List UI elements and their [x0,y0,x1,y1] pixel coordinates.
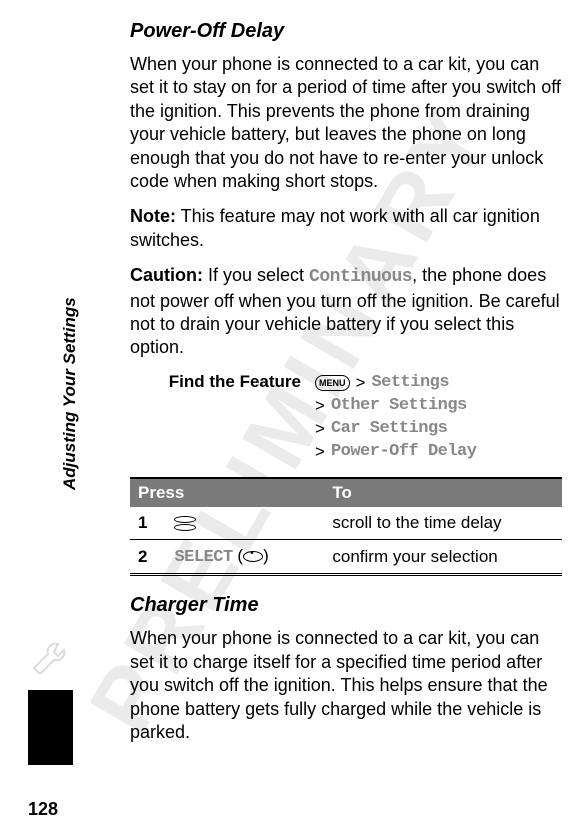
para-charger-time: When your phone is connected to a car ki… [130,627,562,744]
heading-power-off-delay: Power-Off Delay [130,20,562,43]
path-line-2: > Other Settings [315,395,476,418]
path-item-car-settings: Car Settings [331,418,447,441]
step-number: 2 [130,540,166,575]
note-paragraph: Note: This feature may not work with all… [130,205,562,252]
path-separator: > [315,441,325,464]
path-line-1: MENU > Settings [315,372,476,395]
caution-inline-option: Continuous [309,267,412,287]
press-cell-scroll [166,507,324,540]
table-row: 2 SELECT () confirm your selection [130,540,562,575]
path-item-other-settings: Other Settings [331,395,467,418]
path-separator: > [315,418,325,441]
heading-charger-time: Charger Time [130,594,562,617]
page-number: 128 [28,799,58,820]
find-feature-block: Find the Feature MENU > Settings > Other… [130,372,562,464]
table-header-to: To [324,478,562,507]
press-cell-select: SELECT () [166,540,324,575]
scroll-key-icon [174,516,196,531]
caution-text-a: If you select [203,265,309,285]
page-content: Power-Off Delay When your phone is conne… [0,0,582,776]
note-label: Note: [130,206,176,226]
table-header-press: Press [130,478,324,507]
path-item-power-off-delay: Power-Off Delay [331,441,477,464]
steps-table: Press To 1 scroll to the time delay 2 SE… [130,477,562,576]
to-cell: confirm your selection [324,540,562,575]
find-feature-label: Find the Feature [130,372,315,464]
note-text: This feature may not work with all car i… [130,206,540,249]
path-line-3: > Car Settings [315,418,476,441]
path-item-settings: Settings [371,372,449,395]
menu-button-icon: MENU [315,375,350,391]
step-number: 1 [130,507,166,540]
table-header-row: Press To [130,478,562,507]
path-separator: > [356,372,366,395]
table-row: 1 scroll to the time delay [130,507,562,540]
caution-label: Caution: [130,265,203,285]
path-separator: > [315,395,325,418]
para-power-off-intro: When your phone is connected to a car ki… [130,53,562,193]
path-line-4: > Power-Off Delay [315,441,476,464]
caution-paragraph: Caution: If you select Continuous, the p… [130,264,562,360]
softkey-icon [243,551,263,562]
select-label: SELECT [174,548,232,567]
find-feature-path: MENU > Settings > Other Settings > Car S… [315,372,476,464]
to-cell: scroll to the time delay [324,507,562,540]
